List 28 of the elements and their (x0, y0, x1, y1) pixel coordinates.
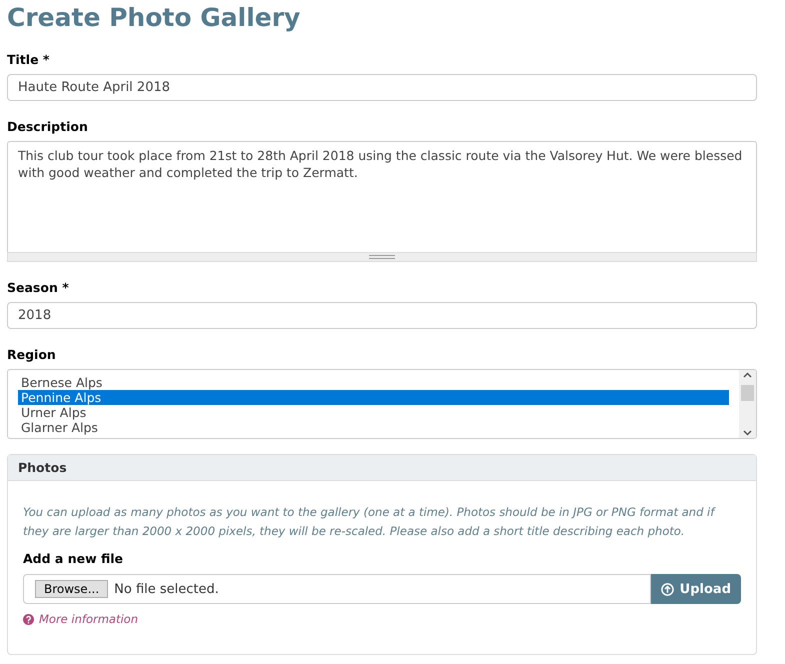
chevron-up-icon[interactable] (743, 372, 752, 378)
panel-header: Photos (8, 455, 756, 481)
field-label: Region (7, 347, 57, 362)
field-label: Season * (7, 280, 70, 295)
resize-grip-icon[interactable] (369, 255, 395, 259)
field-label: Title * (7, 52, 50, 67)
chevron-down-icon[interactable] (743, 430, 752, 436)
field-label: Add a new file (23, 551, 124, 566)
region-listbox[interactable]: Bernese Alps Pennine Alps Urner Alps Glarner Alps (7, 369, 757, 439)
more-information-link[interactable]: More information (23, 612, 138, 626)
scrollbar[interactable] (739, 370, 756, 438)
list-option[interactable]: Glarner Alps (18, 420, 729, 435)
list-option[interactable]: Bernese Alps (18, 375, 729, 390)
upload-button[interactable]: Upload (650, 574, 741, 604)
help-text: You can upload as many photos as you want to the gallery (one at a time). Photos should be in JPG or PNG format and if they are larger than 2000 x 2000 pixels, they will be re-scaled. Please also add a short title describing each photo. (23, 504, 717, 540)
field-label: Description (7, 119, 89, 134)
page-heading: Create Photo Gallery (7, 2, 302, 34)
upload-icon (660, 582, 674, 596)
text-field[interactable]: 2018 (7, 302, 757, 329)
question-icon (23, 614, 34, 624)
file-field[interactable]: Browse... No file selected. (23, 574, 651, 604)
file-status: No file selected. (114, 582, 219, 596)
list-option[interactable]: Pennine Alps (18, 390, 729, 405)
scrollbar-thumb[interactable] (741, 385, 754, 401)
list-option[interactable]: Urner Alps (18, 405, 729, 420)
browse-button[interactable]: Browse... (35, 580, 108, 598)
text-field[interactable]: Haute Route April 2018 (7, 74, 757, 101)
description-field[interactable]: This club tour took place from 21st to 28th April 2018 using the classic route via the Valsorey Hut. We were blessed with good weather and completed the trip to Zermatt. (7, 141, 757, 252)
